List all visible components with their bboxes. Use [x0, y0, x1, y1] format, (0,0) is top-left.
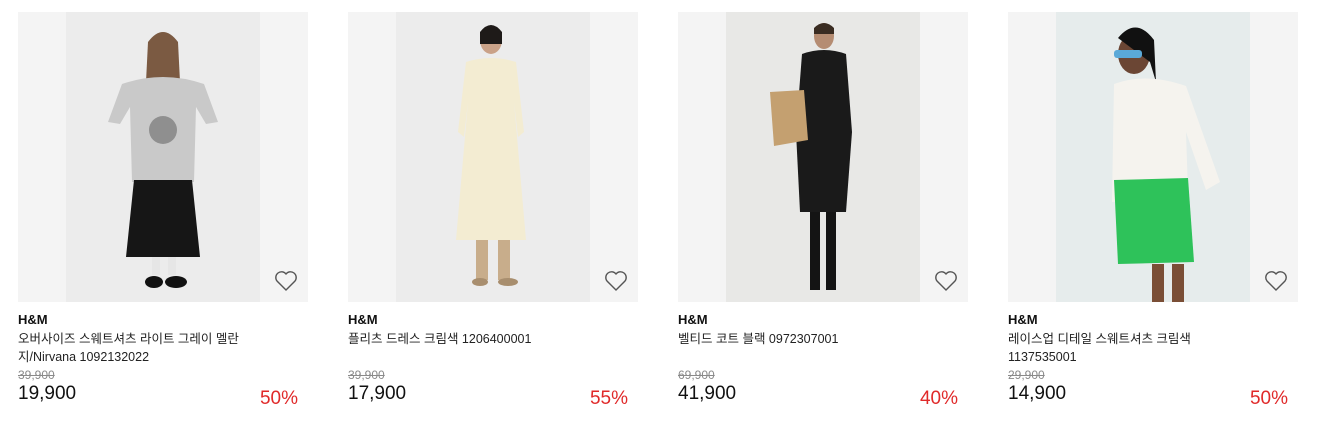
heart-icon[interactable] — [604, 270, 628, 292]
discount-rate: 55% — [589, 388, 628, 409]
heart-icon[interactable] — [274, 270, 298, 292]
product-card[interactable]: H&M 플리츠 드레스 크림색 1206400001 39,900 17,900… — [348, 12, 638, 414]
product-photo[interactable] — [1056, 12, 1250, 302]
product-image[interactable] — [678, 12, 968, 302]
product-image[interactable] — [1008, 12, 1298, 302]
product-card[interactable]: H&M 오버사이즈 스웨트셔츠 라이트 그레이 멜란지/Nirvana 1092… — [18, 12, 308, 414]
product-brand: H&M — [18, 312, 48, 327]
product-card[interactable]: H&M 레이스업 디테일 스웨트셔츠 크림색 1137535001 29,900… — [1008, 12, 1298, 414]
discount-rate: 40% — [919, 388, 958, 409]
heart-icon[interactable] — [934, 270, 958, 292]
product-name[interactable]: 레이스업 디테일 스웨트셔츠 크림색 1137535001 — [1008, 330, 1248, 366]
product-brand: H&M — [348, 312, 378, 327]
product-name[interactable]: 벨티드 코트 블랙 0972307001 — [678, 330, 918, 366]
price-block: 29,900 14,900 50% — [1008, 368, 1298, 414]
price-block: 39,900 19,900 50% — [18, 368, 308, 414]
original-price: 29,900 — [1008, 368, 1045, 382]
product-photo[interactable] — [396, 12, 590, 302]
product-brand: H&M — [1008, 312, 1038, 327]
price-block: 39,900 17,900 55% — [348, 368, 638, 414]
product-grid: H&M 오버사이즈 스웨트셔츠 라이트 그레이 멜란지/Nirvana 1092… — [18, 12, 1298, 414]
product-name[interactable]: 플리츠 드레스 크림색 1206400001 — [348, 330, 588, 366]
product-photo[interactable] — [726, 12, 920, 302]
price-block: 69,900 41,900 40% — [678, 368, 968, 414]
heart-icon[interactable] — [1264, 270, 1288, 292]
product-image[interactable] — [18, 12, 308, 302]
product-photo[interactable] — [66, 12, 260, 302]
discount-rate: 50% — [1249, 388, 1288, 409]
original-price: 39,900 — [18, 368, 55, 382]
original-price: 39,900 — [348, 368, 385, 382]
discount-rate: 50% — [259, 388, 298, 409]
original-price: 69,900 — [678, 368, 715, 382]
product-name[interactable]: 오버사이즈 스웨트셔츠 라이트 그레이 멜란지/Nirvana 10921320… — [18, 330, 258, 366]
product-card[interactable]: H&M 벨티드 코트 블랙 0972307001 69,900 41,900 4… — [678, 12, 968, 414]
product-image[interactable] — [348, 12, 638, 302]
product-brand: H&M — [678, 312, 708, 327]
